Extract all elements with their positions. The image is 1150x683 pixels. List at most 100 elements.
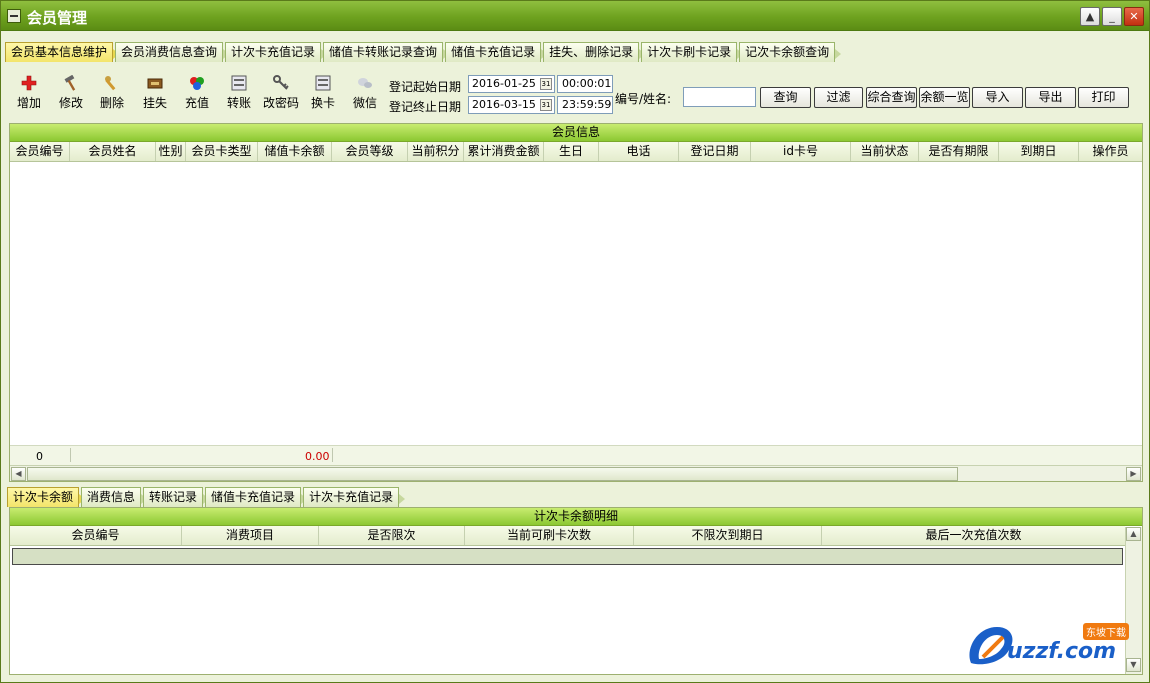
- key-icon: [273, 75, 289, 90]
- edit-button[interactable]: 修改: [59, 75, 83, 111]
- end-time-field[interactable]: 23:59:59: [557, 96, 613, 114]
- add-icon: [21, 75, 37, 91]
- start-date-field[interactable]: 2016-01-25 31: [468, 75, 555, 93]
- card-swap-icon: [315, 75, 331, 91]
- minimize-button[interactable]: _: [1102, 7, 1122, 26]
- start-calendar-icon[interactable]: 31: [540, 78, 552, 90]
- search-input[interactable]: [683, 87, 756, 107]
- tab-count-card-balance[interactable]: 记次卡余额查询: [739, 42, 842, 62]
- wechat-button[interactable]: 微信: [353, 75, 377, 111]
- report-loss-label: 挂失: [143, 96, 168, 110]
- col-remaining-swipes[interactable]: 当前可刷卡次数: [465, 526, 634, 545]
- card-lock-icon: [147, 78, 163, 89]
- col-birthday[interactable]: 生日: [544, 142, 599, 161]
- wrench-icon: [105, 76, 116, 91]
- recharge-button[interactable]: 充值: [185, 75, 209, 111]
- member-count: 0: [36, 450, 43, 463]
- tab-count-card-swipe[interactable]: 计次卡刷卡记录: [641, 42, 744, 62]
- tab-stored-card-recharge[interactable]: 储值卡充值记录: [445, 42, 548, 62]
- delete-label: 删除: [100, 96, 125, 110]
- col-stored-balance[interactable]: 储值卡余额: [258, 142, 332, 161]
- member-info-title: 会员信息: [10, 124, 1142, 142]
- transfer-label: 转账: [227, 96, 252, 110]
- member-horizontal-scrollbar[interactable]: ◀ ▶: [10, 465, 1142, 481]
- sub-tab-strip: 计次卡余额 消费信息 转账记录 储值卡充值记录 计次卡充值记录: [7, 485, 406, 507]
- print-button[interactable]: 打印: [1078, 87, 1129, 108]
- main-tab-strip: 会员基本信息维护 会员消费信息查询 计次卡充值记录 储值卡转账记录查询 储值卡充…: [5, 40, 842, 62]
- export-button[interactable]: 导出: [1025, 87, 1076, 108]
- col-last-recharge-count[interactable]: 最后一次充值次数: [822, 526, 1125, 545]
- scroll-left-icon[interactable]: ◀: [11, 467, 26, 481]
- tab-consumption-query[interactable]: 会员消费信息查询: [115, 42, 230, 62]
- title-bar: 会员管理 ▲ _ ✕: [1, 1, 1149, 31]
- tab-member-basic-info[interactable]: 会员基本信息维护: [5, 42, 120, 62]
- member-grid-header: 会员编号 会员姓名 性别 会员卡类型 储值卡余额 会员等级 当前积分 累计消费金…: [10, 142, 1142, 162]
- close-button[interactable]: ✕: [1124, 7, 1144, 26]
- report-loss-button[interactable]: 挂失: [143, 75, 167, 111]
- swap-card-button[interactable]: 换卡: [311, 75, 335, 111]
- col-unlimited-expiry[interactable]: 不限次到期日: [634, 526, 822, 545]
- balance-total: 0.00: [305, 450, 330, 463]
- start-time-field[interactable]: 00:00:01: [557, 75, 613, 93]
- col-expiry-date[interactable]: 到期日: [999, 142, 1079, 161]
- tab-transfer-records[interactable]: 转账记录: [143, 487, 210, 507]
- edit-label: 修改: [59, 96, 84, 110]
- col-register-date[interactable]: 登记日期: [679, 142, 751, 161]
- query-button[interactable]: 查询: [760, 87, 811, 108]
- col-phone[interactable]: 电话: [599, 142, 679, 161]
- restore-button[interactable]: ▲: [1080, 7, 1100, 26]
- uzzf-watermark: uzzf.com 东坡下载: [963, 619, 1143, 671]
- tab-loss-delete-records[interactable]: 挂失、删除记录: [543, 42, 646, 62]
- start-date-value: 2016-01-25: [472, 77, 536, 90]
- combined-query-button[interactable]: 综合查询: [866, 87, 917, 108]
- wechat-icon: [358, 78, 372, 88]
- scroll-up-icon[interactable]: ▲: [1126, 527, 1141, 541]
- end-date-value: 2016-03-15: [472, 98, 536, 111]
- tab-consumption-info[interactable]: 消费信息: [81, 487, 148, 507]
- change-password-label: 改密码: [263, 96, 300, 110]
- col-member-name[interactable]: 会员姓名: [70, 142, 156, 161]
- scroll-right-icon[interactable]: ▶: [1126, 467, 1141, 481]
- member-summary-row: 0 0.00: [10, 445, 1142, 465]
- tab-stored-recharge-sub[interactable]: 储值卡充值记录: [205, 487, 308, 507]
- delete-button[interactable]: 删除: [100, 75, 124, 111]
- col-is-limited[interactable]: 是否限次: [319, 526, 465, 545]
- col-total-spend[interactable]: 累计消费金额: [464, 142, 544, 161]
- member-info-panel: 会员信息 会员编号 会员姓名 性别 会员卡类型 储值卡余额 会员等级 当前积分 …: [9, 123, 1143, 482]
- tab-count-card-balance-sub[interactable]: 计次卡余额: [7, 487, 86, 507]
- col-gender[interactable]: 性别: [156, 142, 186, 161]
- watermark-badge: 东坡下载: [1083, 623, 1129, 640]
- col-operator[interactable]: 操作员: [1079, 142, 1142, 161]
- transfer-icon: [231, 75, 247, 91]
- col-detail-member-id[interactable]: 会员编号: [10, 526, 182, 545]
- filter-button[interactable]: 过滤: [814, 87, 863, 108]
- balance-overview-button[interactable]: 余额一览: [919, 87, 970, 108]
- col-consume-item[interactable]: 消费项目: [182, 526, 319, 545]
- col-member-id[interactable]: 会员编号: [10, 142, 70, 161]
- tab-count-recharge-sub[interactable]: 计次卡充值记录: [303, 487, 406, 507]
- col-status[interactable]: 当前状态: [851, 142, 919, 161]
- col-member-level[interactable]: 会员等级: [332, 142, 408, 161]
- window-menu-icon[interactable]: [7, 9, 21, 23]
- end-date-field[interactable]: 2016-03-15 31: [468, 96, 555, 114]
- search-label: 编号/姓名:: [615, 92, 672, 106]
- scroll-thumb[interactable]: [27, 467, 958, 481]
- end-calendar-icon[interactable]: 31: [540, 99, 552, 111]
- window-title: 会员管理: [27, 9, 88, 27]
- change-password-button[interactable]: 改密码: [263, 75, 299, 111]
- col-card-type[interactable]: 会员卡类型: [186, 142, 258, 161]
- add-button[interactable]: 增加: [17, 75, 41, 111]
- start-date-label: 登记起始日期: [389, 80, 462, 94]
- watermark-text: uzzf.com: [1007, 639, 1117, 664]
- import-button[interactable]: 导入: [972, 87, 1023, 108]
- tab-stored-card-transfer[interactable]: 储值卡转账记录查询: [323, 42, 450, 62]
- col-has-expiry[interactable]: 是否有期限: [919, 142, 999, 161]
- detail-selected-row[interactable]: [12, 548, 1123, 565]
- col-current-points[interactable]: 当前积分: [408, 142, 464, 161]
- transfer-button[interactable]: 转账: [227, 75, 251, 111]
- col-id-card[interactable]: id卡号: [751, 142, 851, 161]
- tab-count-card-recharge[interactable]: 计次卡充值记录: [225, 42, 328, 62]
- member-management-window: 会员管理 ▲ _ ✕ 会员基本信息维护 会员消费信息查询 计次卡充值记录 储值卡…: [0, 0, 1150, 683]
- end-date-label: 登记终止日期: [389, 100, 462, 114]
- detail-title: 计次卡余额明细: [10, 508, 1142, 526]
